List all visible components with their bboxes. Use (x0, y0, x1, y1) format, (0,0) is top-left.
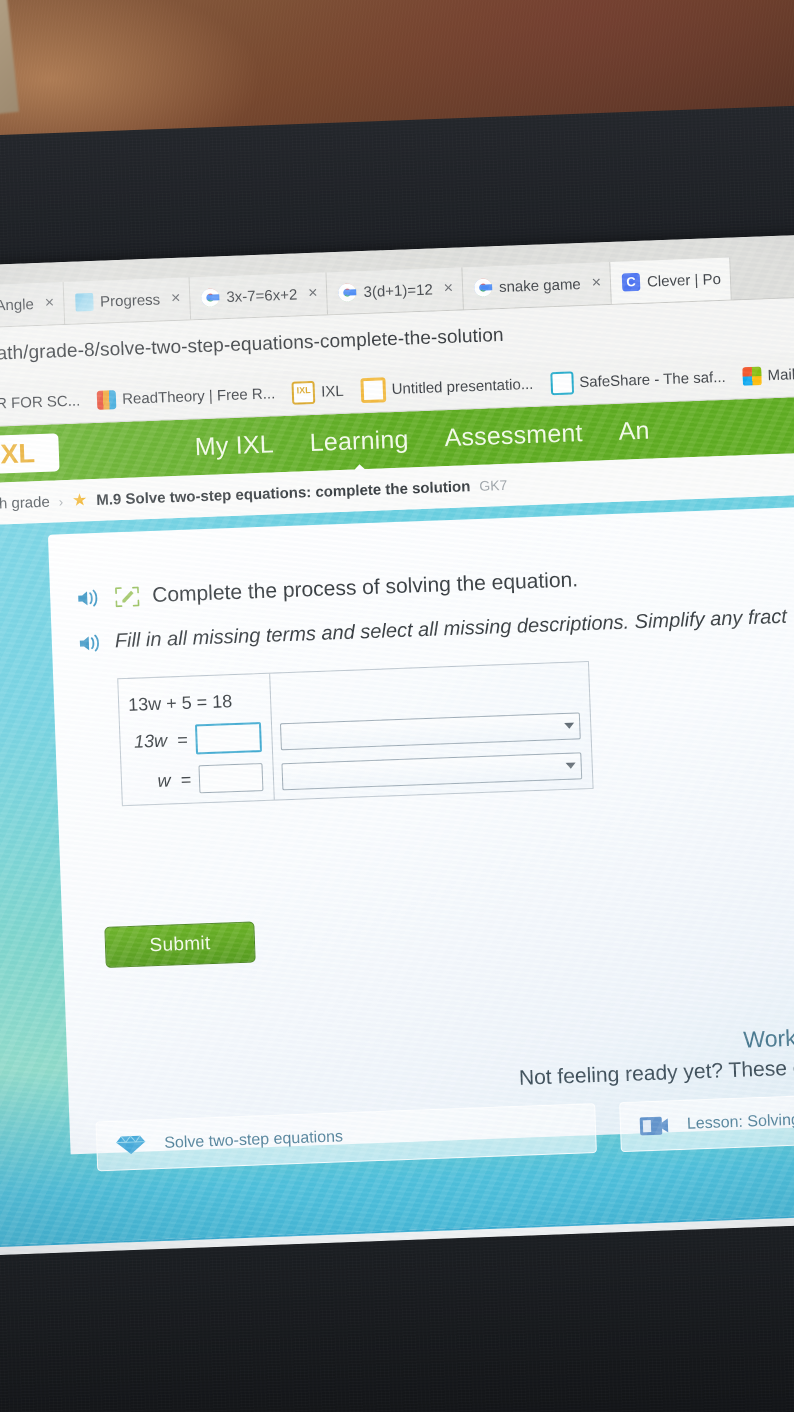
not-ready-text: Not feeling ready yet? These can help: (518, 1054, 794, 1090)
chevron-down-icon (565, 762, 576, 769)
equation-step-row-2: w = (130, 757, 264, 802)
nav-item-analytics[interactable]: An (618, 416, 650, 446)
help-cards-row: Solve two-step equations Lesson: Solving… (95, 1092, 794, 1172)
given-equation-text: 13w + 5 = 18 (127, 690, 233, 715)
answer-input-step-2[interactable] (198, 763, 264, 794)
microsoft-mail-icon (742, 365, 762, 386)
equation-work-table: 13w + 5 = 18 13w = w = (117, 661, 594, 807)
close-tab-icon[interactable]: × (591, 274, 601, 292)
browser-tab-label: Angle (0, 295, 35, 315)
question-instruction-text: Fill in all missing terms and select all… (114, 605, 788, 653)
close-tab-icon[interactable]: × (443, 280, 453, 298)
nav-item-learning[interactable]: Learning (309, 425, 409, 458)
bookmark-item[interactable]: IXL IXL (291, 379, 344, 405)
nav-item-my-ixl[interactable]: My IXL (194, 430, 274, 462)
browser-tab-label: 3(d+1)=12 (363, 280, 434, 301)
description-select-step-1[interactable] (279, 711, 581, 750)
slides-icon (360, 376, 387, 403)
bookmark-label: SafeShare - The saf... (578, 368, 726, 391)
given-equation-row: 13w + 5 = 18 (128, 683, 261, 722)
browser-tab-label: 3x-7=6x+2 (226, 285, 298, 306)
help-card-label: Solve two-step equations (163, 1128, 344, 1152)
favorite-star-icon[interactable]: ★ (72, 490, 88, 511)
speaker-icon[interactable] (76, 588, 103, 609)
close-tab-icon[interactable]: × (308, 285, 318, 303)
question-prompt-row: Complete the process of solving the equa… (76, 568, 579, 611)
help-card-label: Lesson: Solving e (686, 1111, 794, 1133)
browser-tab-label: snake game (498, 275, 582, 296)
nav-item-assessment[interactable]: Assessment (444, 419, 583, 453)
google-favicon-icon (473, 278, 493, 297)
breadcrumb-separator-icon: › (58, 493, 64, 509)
bookmark-label: ReadTheory | Free R... (121, 384, 276, 408)
bookmark-item[interactable]: Untitled presentatio... (360, 371, 534, 403)
browser-tab[interactable]: snake game × (462, 261, 612, 310)
laptop-bottom-bezel (0, 1222, 794, 1412)
answer-input-step-1[interactable] (194, 722, 263, 755)
video-lesson-icon (639, 1113, 670, 1138)
close-tab-icon[interactable]: × (44, 294, 54, 312)
question-instruction-row: Fill in all missing terms and select all… (77, 606, 787, 655)
equation-right-column (270, 662, 592, 800)
readtheory-icon (96, 389, 117, 410)
browser-tab-label: Clever | Po (646, 270, 722, 291)
skill-code: GK7 (478, 476, 508, 494)
url-text: m/math/grade-8/solve-two-step-equations-… (0, 324, 504, 366)
browser-tab[interactable]: 3(d+1)=12 × (326, 267, 464, 315)
browser-tab-label: Progress (99, 290, 161, 311)
doc-favicon-icon (74, 292, 94, 312)
help-card-skill[interactable]: Solve two-step equations (95, 1103, 597, 1172)
safeshare-icon (549, 370, 574, 395)
step-2-label: w = (157, 769, 192, 791)
equation-left-column: 13w + 5 = 18 13w = w = (118, 673, 275, 806)
bookmark-item[interactable]: ReadTheory | Free R... (96, 384, 276, 410)
bezel-texture (0, 1222, 794, 1412)
work-it-out-link[interactable]: Work it out (743, 1023, 794, 1054)
bookmark-label: IXL (320, 382, 344, 401)
google-favicon-icon (338, 283, 357, 302)
browser-tab-active[interactable]: C Clever | Po (610, 257, 732, 304)
ixl-nav-items: My IXL Learning Assessment An (194, 416, 650, 462)
bookmark-item[interactable]: Mail - Ahmad (742, 363, 794, 386)
laptop-screen: Angle × Progress × 3x-7=6x+2 × 3(d+1)=12… (0, 233, 794, 1256)
browser-tab[interactable]: Angle × (0, 282, 65, 328)
bookmark-label: Mail - Ahmad (767, 364, 794, 384)
ixl-logo[interactable]: IXL (0, 433, 60, 475)
breadcrumb-grade[interactable]: Eighth grade (0, 493, 50, 513)
close-tab-icon[interactable]: × (171, 290, 181, 308)
bookmark-label: AR FOR SC... (0, 391, 81, 413)
ixl-logo-xl: XL (0, 437, 36, 469)
browser-tab[interactable]: 3x-7=6x+2 × (189, 272, 329, 320)
step-1-label: 13w = (133, 729, 188, 752)
bookmark-label: Untitled presentatio... (391, 375, 534, 398)
gem-icon (115, 1134, 147, 1157)
submit-button[interactable]: Submit (104, 921, 256, 968)
question-prompt-text: Complete the process of solving the equa… (151, 568, 579, 607)
equation-step-row-1: 13w = (129, 717, 263, 762)
browser-tab[interactable]: Progress × (63, 277, 192, 324)
question-card: Complete the process of solving the equa… (47, 504, 794, 1172)
google-favicon-icon (201, 288, 220, 307)
ixl-page-body: Complete the process of solving the equa… (0, 493, 794, 1246)
ixl-icon: IXL (291, 380, 316, 405)
clever-favicon-icon: C (621, 272, 641, 292)
photo-of-laptop-screen: Angle × Progress × 3x-7=6x+2 × 3(d+1)=12… (0, 0, 794, 1412)
breadcrumb-skill-title: M.9 Solve two-step equations: complete t… (96, 477, 471, 509)
description-select-step-2[interactable] (281, 751, 583, 790)
bookmark-item[interactable]: AR FOR SC... (0, 391, 81, 414)
speaker-icon[interactable] (78, 633, 105, 654)
help-card-lesson[interactable]: Lesson: Solving e (619, 1092, 794, 1153)
chevron-down-icon (564, 722, 575, 729)
bookmark-item[interactable]: SafeShare - The saf... (549, 365, 726, 395)
pencil-annotate-icon[interactable] (113, 585, 142, 608)
